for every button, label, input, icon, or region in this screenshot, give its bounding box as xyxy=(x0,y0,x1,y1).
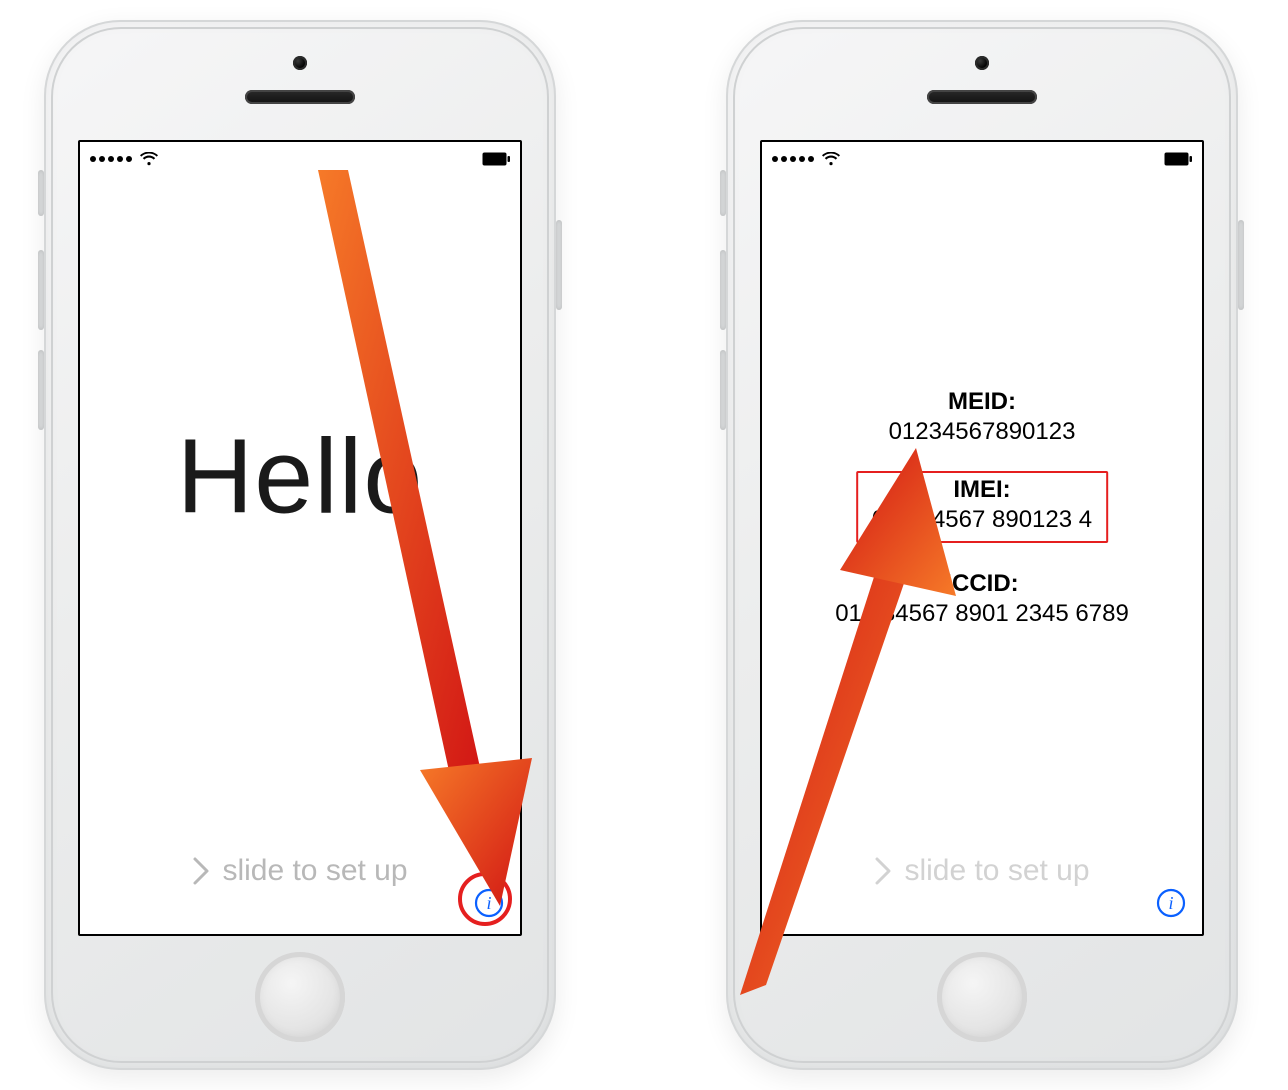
iccid-label: ICCID: xyxy=(835,569,1129,599)
front-camera xyxy=(975,56,989,70)
earpiece xyxy=(927,90,1037,104)
home-button[interactable] xyxy=(255,952,345,1042)
phone-mockup-device-info: MEID: 01234567890123 IMEI: 01 234567 890… xyxy=(726,20,1238,1070)
signal-dots-icon xyxy=(772,156,814,162)
earpiece xyxy=(245,90,355,104)
power-button xyxy=(1238,220,1244,310)
status-bar xyxy=(762,142,1202,172)
svg-text:i: i xyxy=(1168,893,1173,913)
mute-switch xyxy=(38,170,44,216)
tutorial-image: Hello slide to set up i xyxy=(0,0,1288,1090)
imei-label: IMEI: xyxy=(872,475,1092,505)
screen: Hello slide to set up i xyxy=(78,140,522,936)
front-camera xyxy=(293,56,307,70)
volume-down-button xyxy=(720,350,726,430)
home-button[interactable] xyxy=(937,952,1027,1042)
slide-to-set-up[interactable]: slide to set up xyxy=(762,854,1202,888)
screen: MEID: 01234567890123 IMEI: 01 234567 890… xyxy=(760,140,1204,936)
greeting-text: Hello xyxy=(177,416,424,537)
meid-value: 01234567890123 xyxy=(835,417,1129,447)
wifi-icon xyxy=(140,152,158,166)
slide-label: slide to set up xyxy=(904,854,1089,888)
power-button xyxy=(556,220,562,310)
slide-to-set-up[interactable]: slide to set up xyxy=(80,854,520,888)
device-identifiers: MEID: 01234567890123 IMEI: 01 234567 890… xyxy=(835,387,1129,629)
imei-highlight-box: IMEI: 01 234567 890123 4 xyxy=(856,471,1108,543)
svg-text:i: i xyxy=(486,893,491,913)
volume-up-button xyxy=(38,250,44,330)
meid-label: MEID: xyxy=(835,387,1129,417)
mute-switch xyxy=(720,170,726,216)
imei-value: 01 234567 890123 4 xyxy=(872,505,1092,535)
signal-dots-icon xyxy=(90,156,132,162)
chevron-right-icon xyxy=(874,856,892,886)
volume-up-button xyxy=(720,250,726,330)
slide-label: slide to set up xyxy=(222,854,407,888)
wifi-icon xyxy=(822,152,840,166)
volume-down-button xyxy=(38,350,44,430)
status-bar xyxy=(80,142,520,172)
screen-body: MEID: 01234567890123 IMEI: 01 234567 890… xyxy=(762,172,1202,934)
iccid-value: 01 234567 8901 2345 6789 xyxy=(835,599,1129,629)
info-button[interactable]: i xyxy=(1154,886,1188,920)
screen-body: Hello slide to set up i xyxy=(80,172,520,934)
battery-icon xyxy=(1164,152,1192,166)
chevron-right-icon xyxy=(192,856,210,886)
battery-icon xyxy=(482,152,510,166)
info-button[interactable]: i xyxy=(472,886,506,920)
phone-mockup-hello: Hello slide to set up i xyxy=(44,20,556,1070)
